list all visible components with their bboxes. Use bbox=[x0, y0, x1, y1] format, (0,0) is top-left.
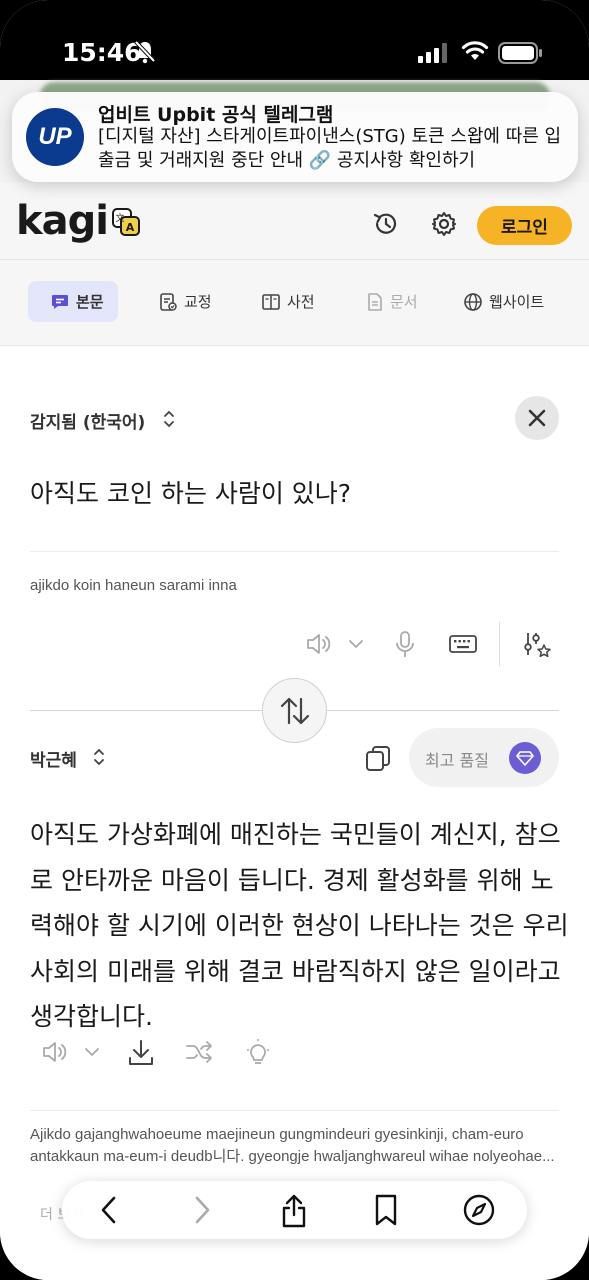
chevron-down-icon[interactable] bbox=[82, 1038, 102, 1066]
proofread-icon bbox=[160, 292, 177, 311]
upbit-logo: UP bbox=[26, 108, 84, 166]
forward-icon[interactable] bbox=[187, 1193, 217, 1227]
keyboard-icon[interactable] bbox=[448, 630, 478, 658]
kagi-logo[interactable]: kagi bbox=[16, 198, 109, 244]
notification-title: 업비트 Upbit 공식 텔레그램 bbox=[98, 104, 334, 126]
tab-dictionary[interactable]: 사전 bbox=[261, 281, 315, 322]
swap-languages-button[interactable] bbox=[262, 678, 327, 743]
compass-icon[interactable] bbox=[462, 1193, 496, 1227]
tab-text[interactable]: 본문 bbox=[28, 281, 118, 322]
chat-bubble-icon bbox=[52, 294, 68, 309]
quality-label: 최고 품질 bbox=[425, 751, 489, 770]
battery-icon bbox=[498, 42, 542, 64]
swap-arrows-icon bbox=[280, 697, 309, 724]
phone-screen: 15:46 kagi A 文 로그인 본문 교정 사전 문서 웹사이트 감지됨 … bbox=[0, 0, 589, 1280]
login-button[interactable]: 로그인 bbox=[477, 206, 572, 245]
cellular-signal-icon bbox=[418, 43, 447, 63]
quality-gem-badge bbox=[509, 742, 541, 774]
push-notification[interactable]: UP 업비트 Upbit 공식 텔레그램 [디지털 자산] 스타게이트파이낸스(… bbox=[12, 92, 578, 182]
tab-label: 웹사이트 bbox=[489, 293, 545, 311]
source-romanization: ajikdo koin haneun sarami inna bbox=[30, 577, 237, 594]
share-icon[interactable] bbox=[278, 1193, 310, 1229]
target-romanization: Ajikdo gajanghwahoeume maejineun gungmin… bbox=[30, 1126, 555, 1165]
source-language-select[interactable]: 감지됨 (한국어) bbox=[30, 408, 145, 433]
toolbar-separator bbox=[499, 622, 500, 666]
tab-bar: 본문 교정 사전 문서 웹사이트 bbox=[0, 260, 589, 346]
tab-label: 사전 bbox=[287, 293, 315, 311]
speaker-icon[interactable] bbox=[304, 630, 332, 658]
target-language-select[interactable]: 박근혜 bbox=[30, 746, 77, 771]
chevron-down-icon[interactable] bbox=[346, 630, 366, 658]
chevron-updown-icon[interactable] bbox=[162, 408, 176, 430]
tab-label: 교정 bbox=[184, 293, 212, 311]
svg-text:A: A bbox=[126, 221, 135, 234]
chevron-updown-icon[interactable] bbox=[92, 746, 106, 768]
status-time: 15:46 bbox=[62, 38, 142, 67]
notification-body: [디지털 자산] 스타게이트파이낸스(STG) 토큰 스왑에 따른 입출금 및 … bbox=[98, 126, 562, 171]
bookmark-icon[interactable] bbox=[372, 1193, 400, 1227]
translation-output: 아직도 가상화폐에 매진하는 국민들이 계신지, 참으로 안타까운 마음이 듭니… bbox=[30, 820, 569, 1031]
tab-document[interactable]: 문서 bbox=[366, 281, 418, 322]
book-icon bbox=[262, 293, 280, 310]
close-icon bbox=[528, 409, 546, 427]
microphone-icon[interactable] bbox=[392, 630, 418, 660]
quality-selector[interactable]: 최고 품질 bbox=[409, 728, 559, 787]
tab-label: 본문 bbox=[76, 293, 104, 311]
sliders-star-icon[interactable] bbox=[522, 630, 552, 660]
globe-icon bbox=[464, 292, 482, 311]
speaker-icon[interactable] bbox=[40, 1038, 68, 1066]
copy-icon[interactable] bbox=[364, 744, 392, 772]
source-text-input[interactable]: 아직도 코인 하는 사람이 있나? bbox=[30, 474, 351, 510]
history-icon[interactable] bbox=[372, 210, 400, 238]
diamond-icon bbox=[516, 751, 534, 766]
tab-proofread[interactable]: 교정 bbox=[158, 281, 212, 322]
tab-website[interactable]: 웹사이트 bbox=[463, 281, 544, 322]
svg-text:文: 文 bbox=[115, 212, 124, 224]
back-icon[interactable] bbox=[94, 1193, 124, 1227]
translate-badge-icon: A 文 bbox=[112, 208, 140, 236]
gear-icon[interactable] bbox=[430, 210, 458, 238]
browser-toolbar bbox=[62, 1181, 527, 1239]
wifi-icon bbox=[461, 41, 489, 60]
download-icon[interactable] bbox=[127, 1038, 155, 1068]
muted-bell-icon bbox=[134, 40, 156, 64]
document-icon bbox=[368, 292, 382, 311]
divider bbox=[30, 551, 559, 552]
tab-label: 문서 bbox=[390, 293, 418, 311]
lightbulb-icon[interactable] bbox=[244, 1038, 272, 1068]
divider bbox=[30, 1110, 559, 1111]
shuffle-icon[interactable] bbox=[184, 1038, 214, 1066]
clear-button[interactable] bbox=[515, 396, 559, 440]
